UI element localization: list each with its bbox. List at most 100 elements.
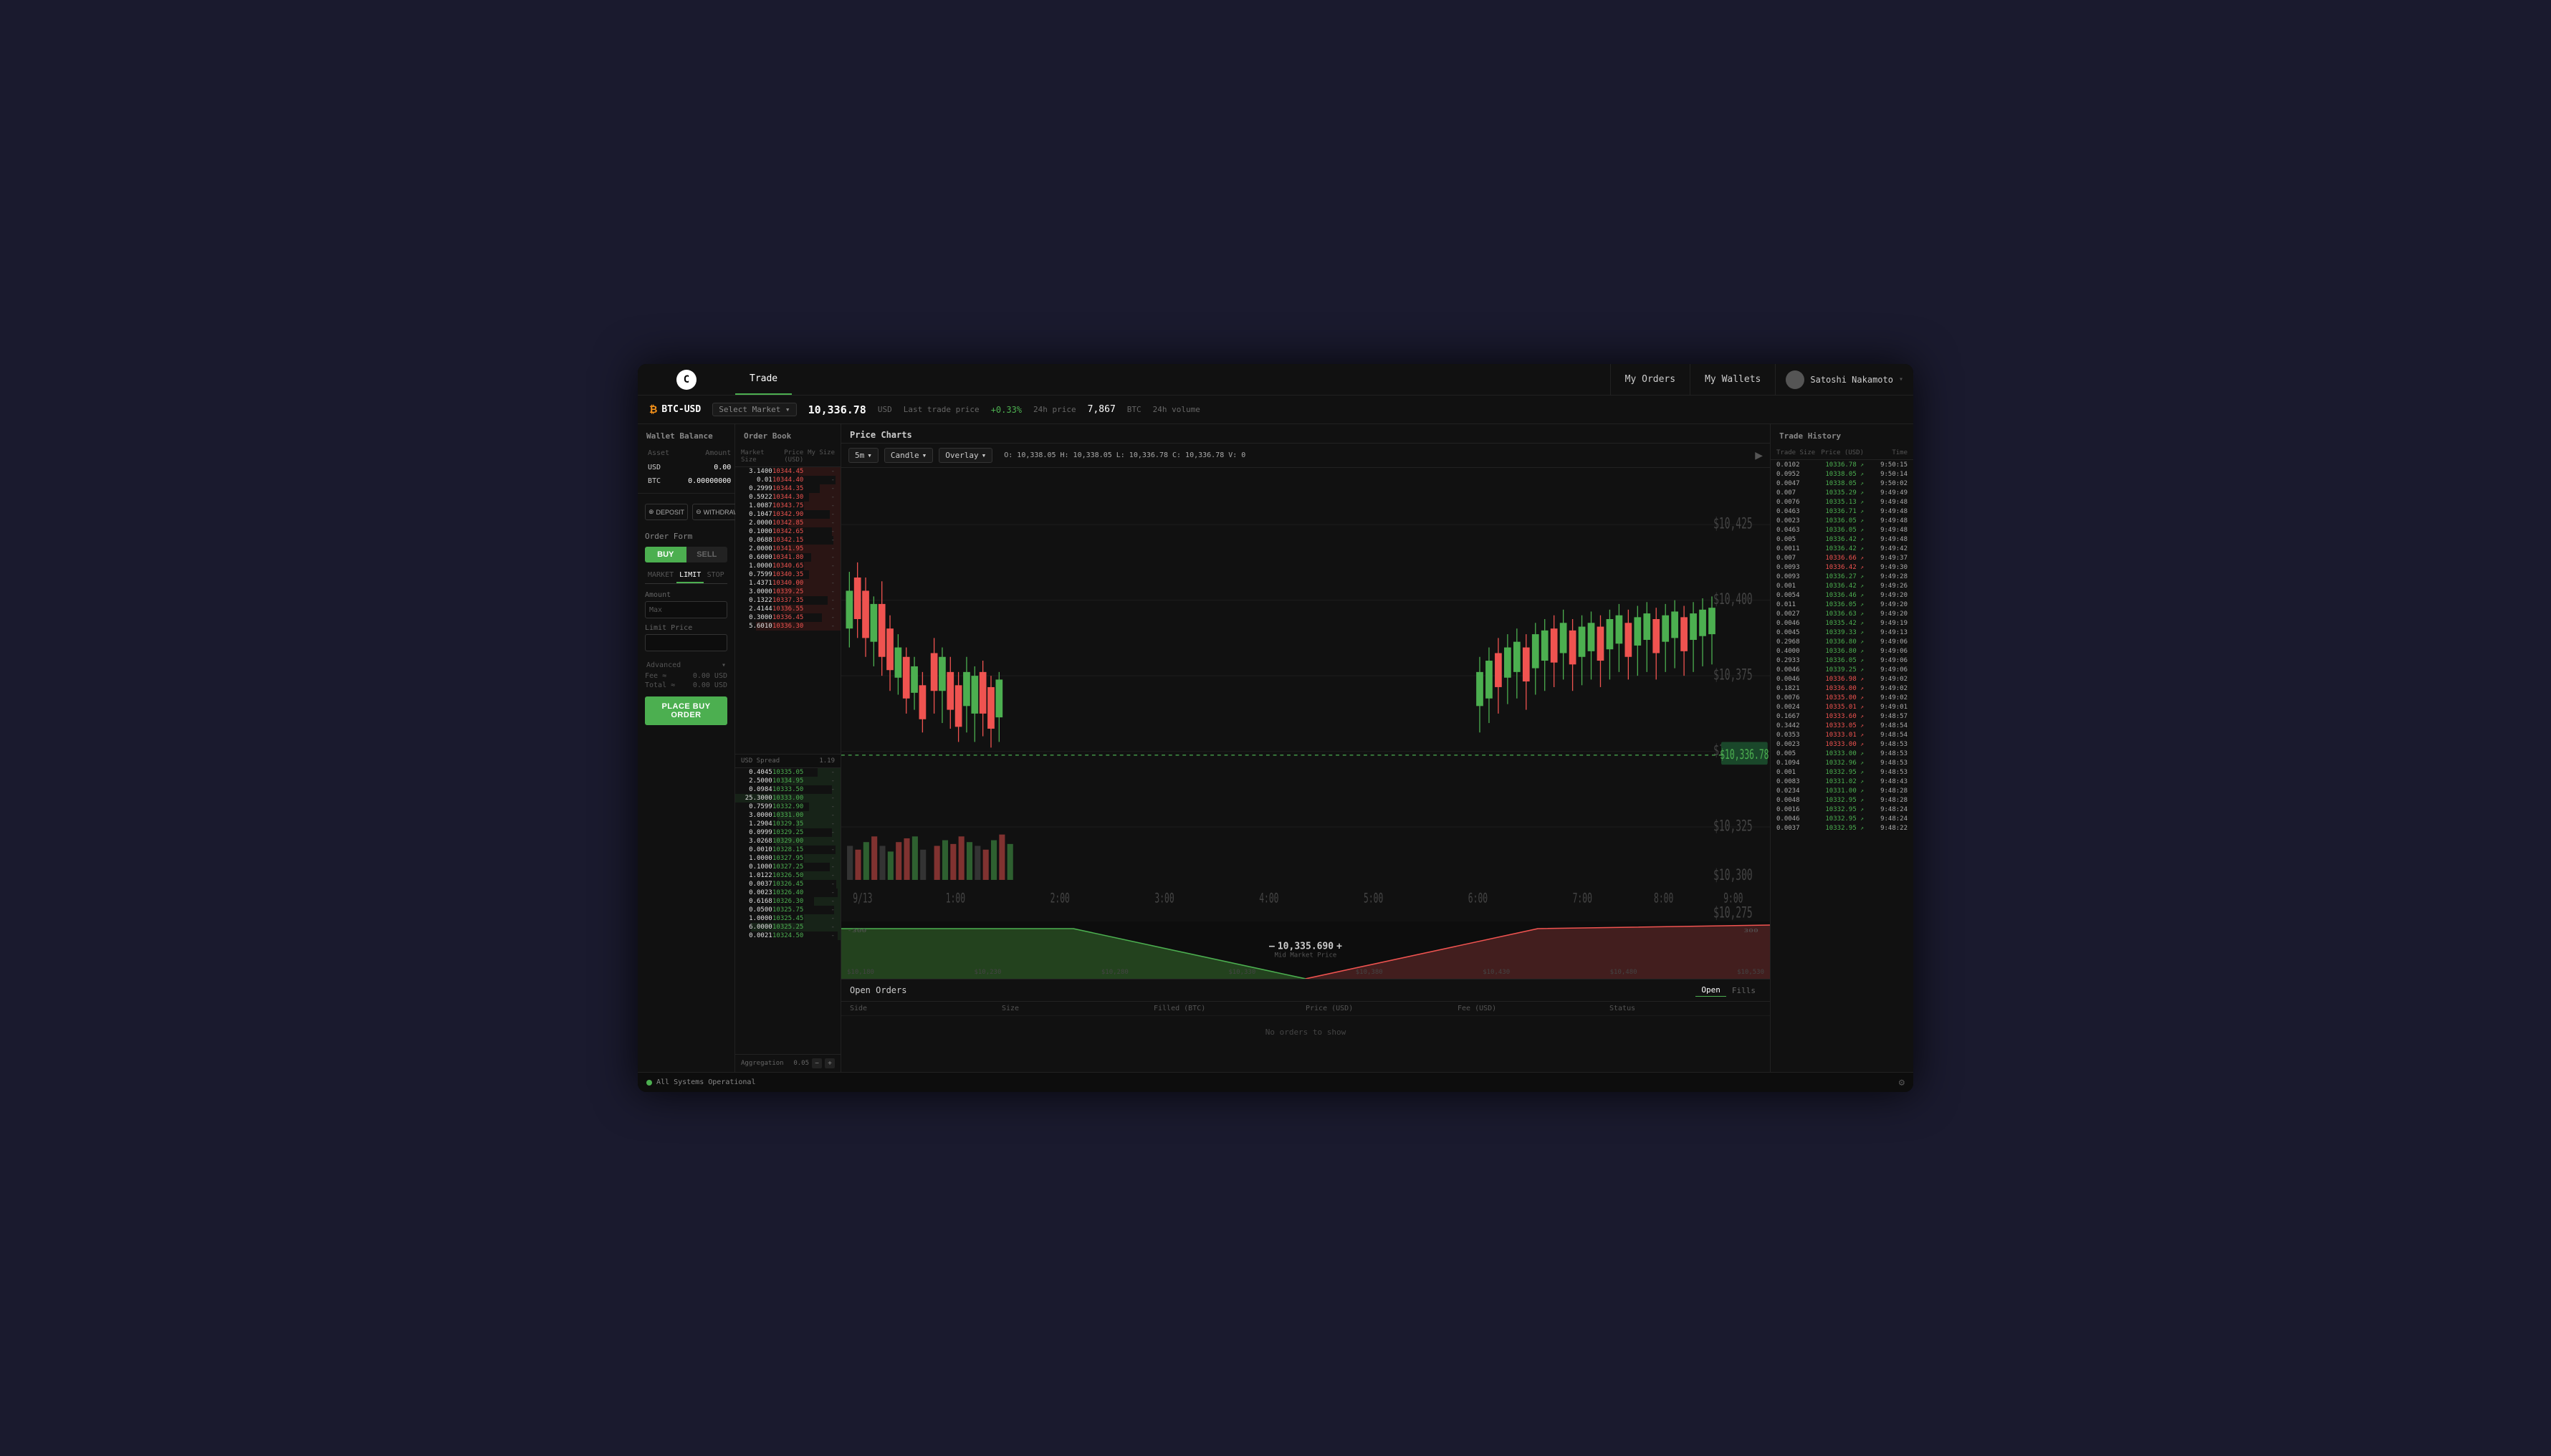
ob-ask-size: 3.1400: [741, 468, 772, 475]
ob-ask-row[interactable]: 0.2999 10344.35 -: [735, 484, 841, 493]
ob-ask-row[interactable]: 5.6010 10336.30 -: [735, 622, 841, 631]
ticker-pair-label: BTC-USD: [661, 404, 701, 415]
ob-ask-row[interactable]: 3.1400 10344.45 -: [735, 467, 841, 476]
ob-ask-row[interactable]: 2.0000 10342.85 -: [735, 519, 841, 527]
advanced-toggle[interactable]: Advanced ▾: [645, 657, 727, 672]
ob-bid-row[interactable]: 0.0021 10324.50 -: [735, 931, 841, 940]
timeframe-dropdown[interactable]: 5m ▾: [848, 448, 879, 463]
ob-bid-price: 10331.00: [772, 812, 804, 819]
oo-col-filled: Filled (BTC): [1154, 1005, 1306, 1012]
ob-bid-row[interactable]: 1.2904 10329.35 -: [735, 820, 841, 828]
place-order-btn[interactable]: PLACE BUY ORDER: [645, 696, 727, 725]
my-wallets-btn[interactable]: My Wallets: [1690, 364, 1775, 395]
overlay-dropdown[interactable]: Overlay ▾: [939, 448, 992, 463]
ob-bid-row[interactable]: 0.7599 10332.90 -: [735, 803, 841, 811]
chart-type-dropdown[interactable]: Candle ▾: [884, 448, 933, 463]
ob-bid-row[interactable]: 0.0999 10329.25 -: [735, 828, 841, 837]
v-label: V: 0: [1228, 451, 1245, 459]
ob-bid-size: 25.3000: [741, 795, 772, 802]
th-trade-price: 10333.00 ↗: [1820, 741, 1864, 748]
ob-bid-row[interactable]: 2.5000 10334.95 -: [735, 777, 841, 785]
ob-bid-row[interactable]: 0.4045 10335.05 -: [735, 768, 841, 777]
agg-minus-btn[interactable]: −: [812, 1058, 822, 1068]
ob-ask-row[interactable]: 2.0000 10341.95 -: [735, 545, 841, 553]
th-cols: Trade Size Price (USD) Time: [1771, 445, 1913, 460]
ob-ask-mysize: -: [803, 494, 835, 501]
ob-ask-row[interactable]: 0.1322 10337.35 -: [735, 596, 841, 605]
candlestick-area[interactable]: $10,425 $10,400 $10,375 $10,350 $10,336.…: [841, 468, 1770, 921]
ob-header: Market Size Price (USD) My Size: [735, 445, 841, 467]
ob-bid-row[interactable]: 6.0000 10325.25 -: [735, 923, 841, 931]
ob-bid-mysize: -: [803, 820, 835, 828]
th-trade-time: 9:48:24: [1864, 815, 1908, 823]
th-trade-price: 10336.27 ↗: [1820, 573, 1864, 580]
ob-bid-row[interactable]: 1.0000 10327.95 -: [735, 854, 841, 863]
ob-ask-row[interactable]: 0.0688 10342.15 -: [735, 536, 841, 545]
buy-tab[interactable]: BUY: [645, 547, 686, 562]
limit-tab[interactable]: LIMIT: [676, 568, 704, 583]
order-book-panel: Order Book Market Size Price (USD) My Si…: [735, 424, 841, 1072]
th-trade-size: 0.0016: [1776, 806, 1820, 813]
max-link[interactable]: Max: [646, 606, 666, 614]
agg-plus-btn[interactable]: +: [825, 1058, 835, 1068]
ob-ask-row[interactable]: 2.4144 10336.55 -: [735, 605, 841, 613]
ob-ask-price: 10337.35: [772, 597, 804, 604]
ob-bid-size: 3.0000: [741, 812, 772, 819]
ob-bid-row[interactable]: 25.3000 10333.00 -: [735, 794, 841, 803]
th-trade-size: 0.0045: [1776, 629, 1820, 636]
wallet-row: USD0.00: [639, 461, 740, 474]
th-trade-price: 10335.13 ↗: [1820, 499, 1864, 506]
ob-bid-row[interactable]: 3.0268 10329.00 -: [735, 837, 841, 846]
open-orders-fills-tab[interactable]: Fills: [1726, 985, 1761, 997]
ob-ask-row[interactable]: 1.0087 10343.75 -: [735, 502, 841, 510]
change-label: 24h price: [1033, 405, 1076, 414]
ob-ask-row[interactable]: 1.0000 10340.65 -: [735, 562, 841, 570]
th-trade-size: 0.0102: [1776, 461, 1820, 469]
ob-bid-row[interactable]: 0.0500 10325.75 -: [735, 906, 841, 914]
ob-ask-row[interactable]: 0.3000 10336.45 -: [735, 613, 841, 622]
ob-col-price: Price (USD): [772, 449, 804, 464]
ob-bid-mysize: -: [803, 881, 835, 888]
ob-bid-row[interactable]: 0.1000 10327.25 -: [735, 863, 841, 871]
market-tab[interactable]: MARKET: [645, 568, 676, 583]
th-trade-price: 10336.05 ↗: [1820, 657, 1864, 664]
ob-ask-row[interactable]: 0.6000 10341.80 -: [735, 553, 841, 562]
ob-bid-row[interactable]: 0.0037 10326.45 -: [735, 880, 841, 889]
ob-bid-row[interactable]: 1.0122 10326.50 -: [735, 871, 841, 880]
ob-ask-size: 5.6010: [741, 623, 772, 630]
th-trade-time: 9:49:20: [1864, 592, 1908, 599]
ob-ask-row[interactable]: 0.1000 10342.65 -: [735, 527, 841, 536]
th-row: 0.0353 10333.01 ↗ 9:48:54: [1771, 730, 1913, 739]
ob-bid-size: 1.2904: [741, 820, 772, 828]
th-row: 0.0037 10332.95 ↗ 9:48:22: [1771, 823, 1913, 833]
stop-tab[interactable]: STOP: [704, 568, 727, 583]
deposit-btn[interactable]: ⊕ DEPOSIT: [645, 504, 688, 520]
user-area[interactable]: Satoshi Nakamoto ▾: [1775, 364, 1913, 395]
ob-ask-price: 10340.35: [772, 571, 804, 578]
ob-bid-row[interactable]: 0.0010 10328.15 -: [735, 846, 841, 854]
select-market-btn[interactable]: Select Market ▾: [712, 403, 796, 416]
nav-tab-trade[interactable]: Trade: [735, 364, 792, 395]
ob-bid-row[interactable]: 0.0023 10326.40 -: [735, 889, 841, 897]
ob-ask-row[interactable]: 1.4371 10340.00 -: [735, 579, 841, 588]
oo-col-fee: Fee (USD): [1458, 1005, 1609, 1012]
ob-bid-row[interactable]: 3.0000 10331.00 -: [735, 811, 841, 820]
ob-ask-row[interactable]: 0.01 10344.40 -: [735, 476, 841, 484]
ob-ask-row[interactable]: 0.1047 10342.90 -: [735, 510, 841, 519]
ob-bid-row[interactable]: 1.0000 10325.45 -: [735, 914, 841, 923]
th-trade-price: 10336.42 ↗: [1820, 564, 1864, 571]
open-orders-open-tab[interactable]: Open: [1695, 984, 1726, 997]
settings-icon[interactable]: ⚙: [1899, 1077, 1905, 1088]
ob-ask-row[interactable]: 0.7599 10340.35 -: [735, 570, 841, 579]
ob-ask-row[interactable]: 0.5922 10344.30 -: [735, 493, 841, 502]
th-trade-size: 0.005: [1776, 750, 1820, 757]
ob-bid-row[interactable]: 0.6168 10326.30 -: [735, 897, 841, 906]
ob-ask-row[interactable]: 3.0000 10339.25 -: [735, 588, 841, 596]
sell-tab[interactable]: SELL: [686, 547, 728, 562]
my-orders-btn[interactable]: My Orders: [1610, 364, 1690, 395]
th-trade-time: 9:49:13: [1864, 629, 1908, 636]
chart-nav-btn[interactable]: ▶: [1755, 449, 1763, 461]
chevron-down-icon-tf: ▾: [867, 451, 872, 460]
ob-bid-row[interactable]: 0.0984 10333.50 -: [735, 785, 841, 794]
th-row: 0.0046 10335.42 ↗ 9:49:19: [1771, 618, 1913, 628]
